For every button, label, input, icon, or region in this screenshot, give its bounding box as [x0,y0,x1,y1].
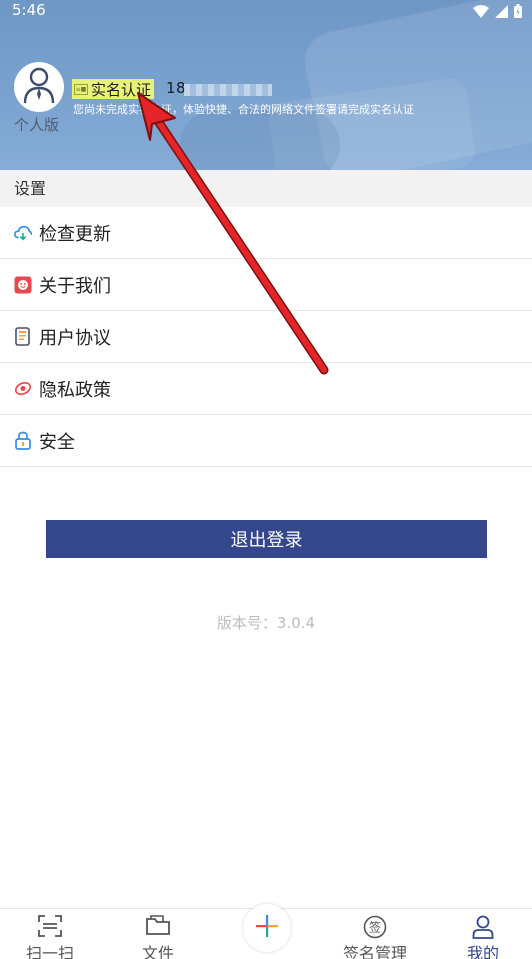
verify-notice: 您尚未完成实名认证，体验快捷、合法的网络文件签署请完成实名认证 [73,103,414,116]
nav-label: 签名管理 [342,944,407,959]
status-time: 5:46 [12,1,46,19]
verify-label: 实名认证 [91,80,152,99]
nav-label: 我的 [466,944,499,959]
nav-label: 扫一扫 [25,944,74,959]
folder-icon [146,915,170,940]
about-icon [14,276,32,294]
scan-icon [38,915,62,941]
privacy-icon [14,380,32,398]
menu-item-user-agreement[interactable]: 用户协议 [0,311,532,363]
status-icons [473,3,522,22]
svg-text:签: 签 [369,920,381,935]
plus-icon [256,915,278,941]
user-avatar-icon [22,66,56,108]
menu-item-label: 关于我们 [39,275,111,297]
menu-item-label: 安全 [39,431,75,453]
battery-icon [514,3,522,22]
status-bar: 5:46 [0,0,532,22]
create-button[interactable] [243,904,291,952]
nav-item-scan[interactable]: 扫一扫 [10,909,90,959]
header-decoration [180,110,340,170]
profile-header: 5:46 个人版 ≡■ 实名认证 18 您尚未完成实名认证，体验快捷、合法的网络… [0,0,532,170]
menu-item-security[interactable]: 安全 [0,415,532,467]
user-icon [472,915,494,943]
menu-item-about-us[interactable]: 关于我们 [0,259,532,311]
settings-menu: 检查更新 关于我们 用户协议 隐私政策 安全 [0,207,532,467]
wifi-icon [473,3,489,22]
account-version-label: 个人版 [14,116,60,134]
cloud-refresh-icon [14,224,32,242]
menu-item-privacy-policy[interactable]: 隐私政策 [0,363,532,415]
menu-item-label: 用户协议 [39,327,111,349]
signal-icon [495,3,508,22]
menu-item-label: 检查更新 [39,223,111,245]
app-version-text: 版本号：3.0.4 [216,614,316,632]
nav-item-signature[interactable]: 签 签名管理 [335,909,415,959]
nav-item-files[interactable]: 文件 [118,909,198,959]
settings-section-title: 设置 [0,170,532,207]
document-icon [14,327,32,346]
id-card-icon: ≡■ [74,83,88,95]
avatar[interactable] [14,62,64,112]
signature-icon: 签 [363,915,387,943]
menu-item-label: 隐私政策 [39,379,111,401]
lock-icon [14,431,32,450]
phone-number-mask [184,84,272,96]
logout-button[interactable]: 退出登录 [46,520,487,558]
nav-item-mine[interactable]: 我的 [443,909,523,959]
menu-item-check-update[interactable]: 检查更新 [0,207,532,259]
nav-label: 文件 [141,944,174,959]
real-name-verify-button[interactable]: ≡■ 实名认证 [72,79,155,99]
profile-page: 5:46 个人版 ≡■ 实名认证 18 您尚未完成实名认证，体验快捷、合法的网络… [0,0,532,959]
